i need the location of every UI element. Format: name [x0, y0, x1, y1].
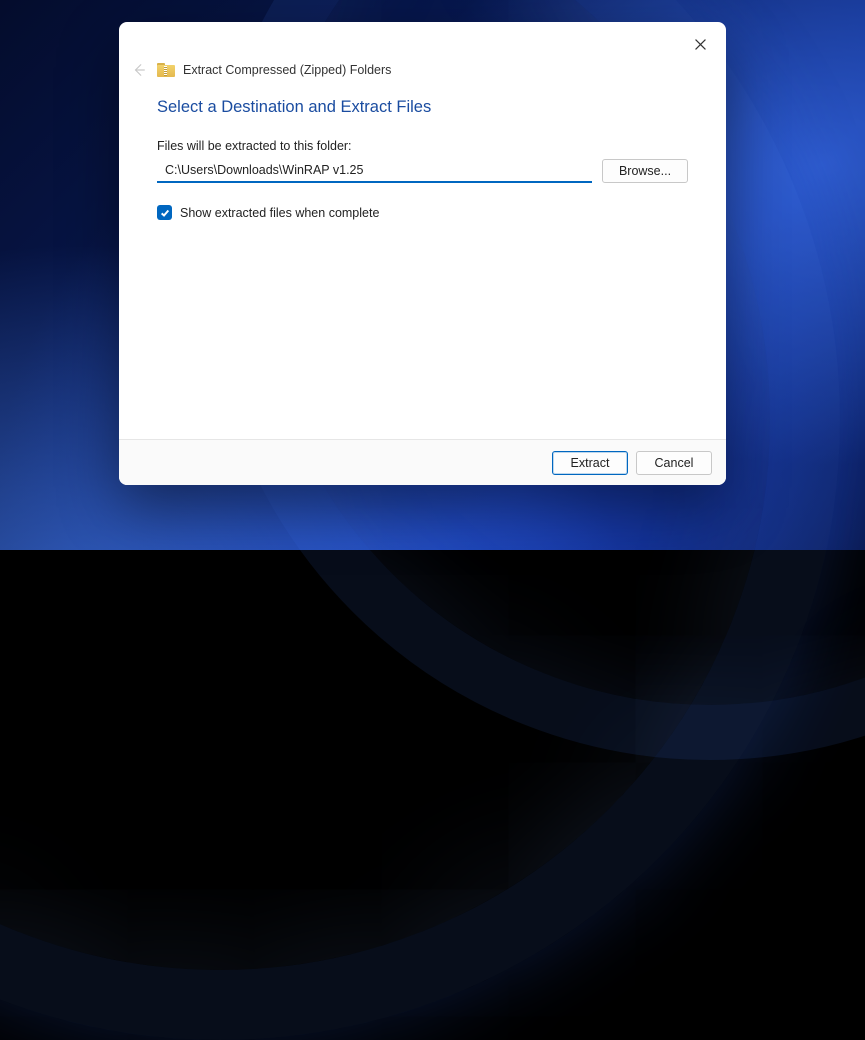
browse-button[interactable]: Browse...: [602, 159, 688, 183]
dialog-titlebar: [119, 22, 726, 60]
close-button[interactable]: [686, 32, 714, 56]
show-extracted-row: Show extracted files when complete: [157, 205, 688, 220]
destination-label: Files will be extracted to this folder:: [157, 139, 688, 153]
close-icon: [695, 39, 706, 50]
dialog-header: Extract Compressed (Zipped) Folders: [119, 60, 726, 92]
page-heading: Select a Destination and Extract Files: [157, 98, 688, 117]
dialog-content: Select a Destination and Extract Files F…: [119, 92, 726, 439]
extract-button[interactable]: Extract: [552, 451, 628, 475]
show-extracted-label: Show extracted files when complete: [180, 206, 379, 220]
back-button[interactable]: [129, 60, 149, 80]
extract-dialog: Extract Compressed (Zipped) Folders Sele…: [119, 22, 726, 485]
wizard-title: Extract Compressed (Zipped) Folders: [183, 63, 391, 77]
destination-row: Browse...: [157, 159, 688, 183]
show-extracted-checkbox[interactable]: [157, 205, 172, 220]
zipped-folder-icon: [157, 63, 175, 77]
dialog-footer: Extract Cancel: [119, 439, 726, 485]
destination-path-input[interactable]: [157, 159, 592, 183]
arrow-left-icon: [132, 63, 146, 77]
checkmark-icon: [160, 208, 170, 218]
cancel-button[interactable]: Cancel: [636, 451, 712, 475]
